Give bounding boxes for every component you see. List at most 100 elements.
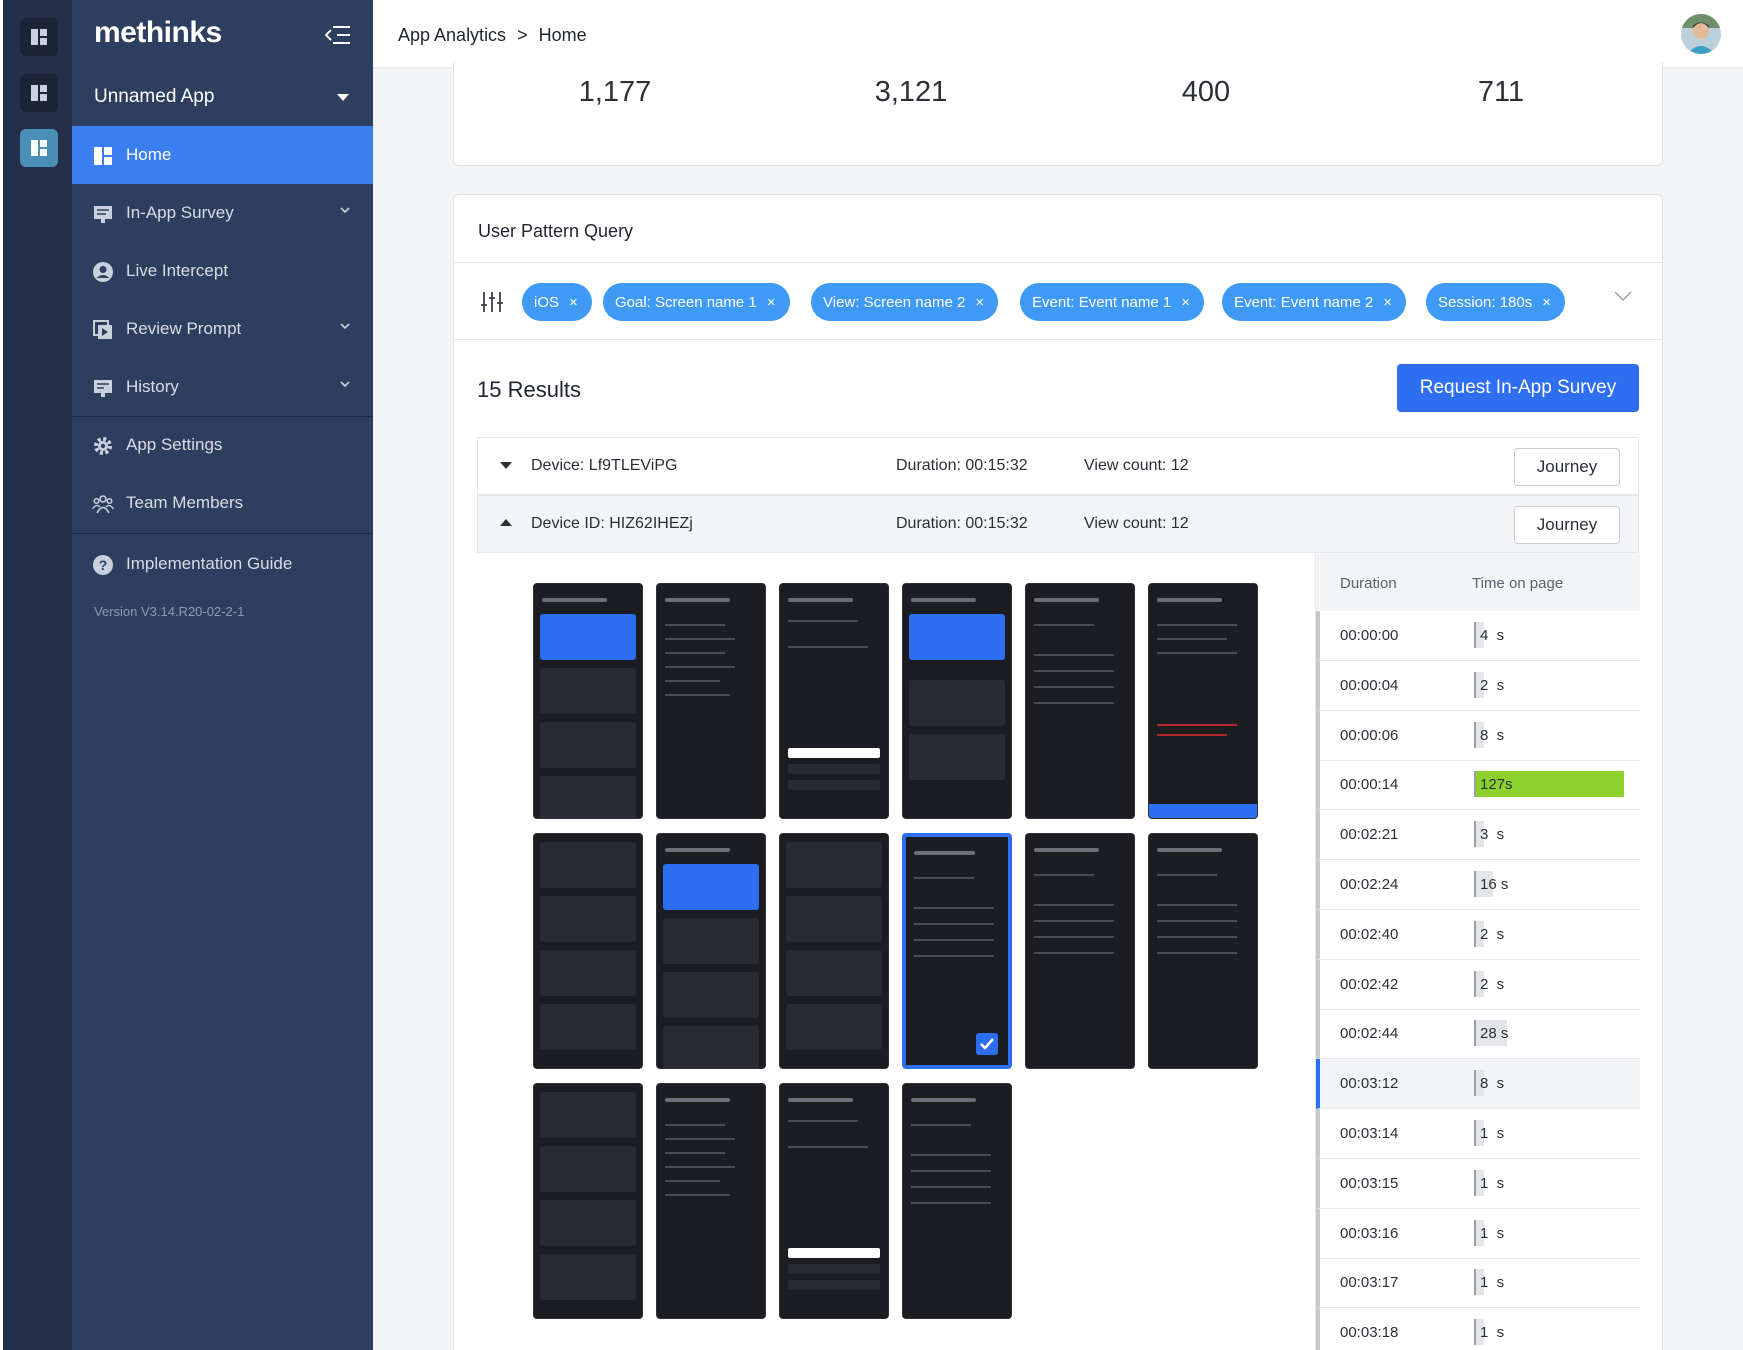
row-time-on-page: 1 s	[1480, 1274, 1505, 1292]
sidebar-item-live-intercept[interactable]: Live Intercept	[72, 242, 373, 300]
caret-up-icon[interactable]	[500, 519, 512, 526]
table-row[interactable]: 00:02:42 2 s	[1316, 959, 1640, 1010]
row-time-on-page: 2 s	[1480, 676, 1505, 694]
row-duration: 00:03:18	[1340, 1324, 1399, 1342]
sidebar-item-home[interactable]: Home	[72, 126, 373, 184]
row-time-on-page: 8 s	[1480, 726, 1505, 744]
close-icon[interactable]: ×	[975, 294, 984, 311]
time-on-page-table: Duration Time on page 00:00:00 4 s 00:00:0…	[1315, 553, 1640, 1350]
card-divider	[454, 262, 1662, 263]
screen-thumbnail[interactable]	[779, 583, 889, 819]
sidebar-item-review-prompt[interactable]: Review Prompt	[72, 300, 373, 358]
survey-icon	[94, 206, 112, 223]
app-selector[interactable]: Unnamed App	[72, 70, 373, 126]
column-header-time-on-page: Time on page	[1472, 575, 1564, 592]
caret-down-icon[interactable]	[500, 462, 512, 469]
breadcrumb-current: Home	[538, 25, 587, 45]
row-duration: 00:03:12	[1340, 1075, 1399, 1093]
workspace-switch-button-2[interactable]	[20, 74, 58, 112]
table-row[interactable]: 00:00:14 127s	[1316, 760, 1640, 811]
screen-thumbnail[interactable]	[1025, 583, 1135, 819]
table-row[interactable]: 00:03:18 1 s	[1316, 1308, 1640, 1350]
screen-thumbnail[interactable]	[533, 583, 643, 819]
sidebar-item-team-members[interactable]: Team Members	[72, 474, 373, 532]
screen-thumbnail-selected[interactable]	[902, 833, 1012, 1069]
app-selector-value: Unnamed App	[94, 86, 215, 107]
table-row[interactable]: 00:00:04 2 s	[1316, 660, 1640, 711]
row-duration: 00:03:15	[1340, 1174, 1399, 1192]
filter-chip[interactable]: iOS ×	[522, 283, 592, 321]
screen-thumbnail[interactable]	[1025, 833, 1135, 1069]
table-row[interactable]: 00:03:12 8 s	[1316, 1059, 1640, 1110]
dashboard-icon	[31, 85, 47, 101]
table-row[interactable]: 00:00:00 4 s	[1316, 611, 1640, 661]
sidebar-item-label: History	[126, 377, 179, 396]
row-duration: 00:03:16	[1340, 1224, 1399, 1242]
sidebar-item-app-settings[interactable]: App Settings	[72, 416, 373, 474]
table-row[interactable]: 00:00:06 8 s	[1316, 710, 1640, 761]
filter-chip[interactable]: Event: Event name 1 ×	[1020, 283, 1205, 321]
row-duration: 00:02:24	[1340, 876, 1399, 893]
screen-thumbnail[interactable]	[902, 1083, 1012, 1319]
screen-thumbnail[interactable]	[779, 833, 889, 1069]
request-in-app-survey-button[interactable]: Request In-App Survey	[1397, 364, 1639, 412]
sidebar-item-label: Implementation Guide	[126, 554, 293, 573]
table-row[interactable]: 00:03:14 1 s	[1316, 1109, 1640, 1159]
device-row[interactable]: Device: Lf9TLEViPG Duration: 00:15:32 Vi…	[477, 437, 1639, 495]
table-row[interactable]: 00:03:17 1 s	[1316, 1258, 1640, 1309]
screen-thumbnail[interactable]	[902, 583, 1012, 819]
breadcrumb-parent[interactable]: App Analytics	[398, 25, 506, 45]
filter-chip-label: iOS	[534, 293, 560, 311]
row-duration: 00:00:06	[1340, 726, 1399, 744]
filter-sliders-icon[interactable]	[480, 291, 504, 313]
screen-thumbnail[interactable]	[656, 1083, 766, 1319]
chevron-down-icon[interactable]	[1614, 291, 1632, 301]
stat-value: 711	[1477, 76, 1525, 108]
row-duration: 00:02:42	[1340, 975, 1399, 993]
workspace-switch-button-1[interactable]	[20, 18, 58, 56]
brand-logo: methinks	[94, 16, 222, 49]
workspace-switch-button-3[interactable]	[20, 129, 58, 167]
table-row[interactable]: 00:02:24 16 s	[1316, 860, 1640, 910]
table-row[interactable]: 00:02:21 3 s	[1316, 810, 1640, 861]
close-icon[interactable]: ×	[569, 294, 578, 311]
journey-button[interactable]: Journey	[1514, 506, 1620, 544]
collapse-menu-icon[interactable]	[325, 24, 351, 46]
sidebar-item-in-app-survey[interactable]: In-App Survey	[72, 184, 373, 242]
filter-chip[interactable]: View: Screen name 2 ×	[811, 283, 999, 321]
row-duration: 00:02:21	[1340, 826, 1399, 844]
breadcrumb: App Analytics > Home	[398, 25, 587, 46]
close-icon[interactable]: ×	[1181, 294, 1190, 311]
table-row[interactable]: 00:02:40 2 s	[1316, 909, 1640, 960]
sidebar-item-history[interactable]: History	[72, 358, 373, 416]
close-icon[interactable]: ×	[1542, 294, 1551, 311]
screen-thumbnail[interactable]	[533, 1083, 643, 1319]
screen-thumbnail[interactable]	[1148, 833, 1258, 1069]
table-row[interactable]: 00:03:16 1 s	[1316, 1208, 1640, 1259]
filter-chip[interactable]: Session: 180s ×	[1426, 283, 1565, 321]
device-row[interactable]: Device ID: HIZ62IHEZj Duration: 00:15:32…	[477, 495, 1639, 553]
table-row[interactable]: 00:03:15 1 s	[1316, 1158, 1640, 1209]
close-icon[interactable]: ×	[1383, 294, 1392, 311]
close-icon[interactable]: ×	[767, 294, 776, 311]
filter-chip[interactable]: Goal: Screen name 1 ×	[603, 283, 790, 321]
avatar[interactable]	[1681, 14, 1721, 54]
screen-thumbnail[interactable]	[656, 583, 766, 819]
row-time-on-page: 2 s	[1480, 925, 1505, 943]
journey-button[interactable]: Journey	[1514, 448, 1620, 486]
screen-thumbnail[interactable]	[1148, 583, 1258, 819]
stat-value: 3,121	[874, 76, 948, 108]
user-avatar-icon	[1681, 14, 1721, 54]
row-time-on-page: 127s	[1480, 776, 1513, 794]
sidebar-item-implementation-guide[interactable]: ? Implementation Guide	[72, 535, 373, 593]
sidebar-item-label: Review Prompt	[126, 319, 242, 338]
filter-chip[interactable]: Event: Event name 2 ×	[1222, 283, 1407, 321]
dashboard-icon	[94, 147, 112, 165]
table-row[interactable]: 00:02:44 28 s	[1316, 1009, 1640, 1060]
row-duration: 00:00:04	[1340, 676, 1399, 694]
screen-thumbnail[interactable]	[779, 1083, 889, 1319]
device-label: Device: Lf9TLEViPG	[531, 457, 678, 474]
screen-thumbnail[interactable]	[533, 833, 643, 1069]
row-duration: 00:00:14	[1340, 776, 1399, 794]
screen-thumbnail[interactable]	[656, 833, 766, 1069]
